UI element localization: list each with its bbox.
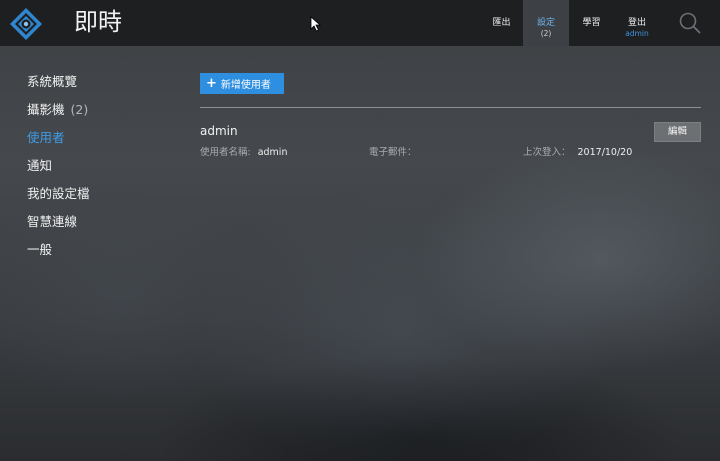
- add-user-button[interactable]: + 新增使用者: [200, 73, 284, 94]
- sidebar-item-overview[interactable]: 系統概覽: [27, 68, 90, 96]
- nav-settings-count: (2): [540, 29, 552, 38]
- username-field: 使用者名稱: admin: [200, 144, 287, 158]
- username-value: admin: [257, 147, 288, 158]
- nav-settings[interactable]: 設定 (2): [523, 0, 569, 46]
- sidebar-item-label: 一般: [27, 242, 53, 257]
- sidebar-item-label: 我的設定檔: [27, 186, 90, 201]
- email-field: 電子郵件：: [369, 144, 424, 158]
- plus-icon: +: [206, 76, 217, 91]
- nav-export-label: 匯出: [492, 18, 511, 28]
- sidebar-item-my-profile[interactable]: 我的設定檔: [27, 180, 90, 208]
- nav-logout-label: 登出: [627, 18, 646, 28]
- sidebar-item-label: 通知: [27, 158, 53, 173]
- edit-button[interactable]: 編輯: [654, 122, 701, 142]
- sidebar-item-users[interactable]: 使用者: [27, 124, 90, 152]
- search-icon[interactable]: [679, 12, 701, 34]
- sidebar-item-cameras[interactable]: 攝影機 (2): [27, 96, 90, 124]
- add-user-label: 新增使用者: [220, 80, 271, 91]
- last-login-field: 上次登入： 2017/10/20: [523, 144, 632, 158]
- sidebar-item-label: 智慧連線: [27, 214, 78, 229]
- sidebar-item-count: (2): [70, 102, 89, 117]
- sidebar-item-label: 系統概覽: [27, 74, 78, 89]
- app-logo-icon[interactable]: [9, 7, 43, 41]
- mouse-cursor-icon: [310, 16, 322, 32]
- nav-settings-label: 設定: [536, 18, 555, 28]
- nav-export[interactable]: 匯出: [480, 0, 523, 46]
- sidebar: 系統概覽 攝影機 (2) 使用者 通知 我的設定檔 智慧連線 一般: [27, 68, 90, 264]
- divider: [200, 107, 701, 108]
- user-display-name: admin: [200, 124, 238, 138]
- app-title: 即時: [74, 8, 122, 36]
- username-label: 使用者名稱:: [200, 147, 251, 158]
- email-label: 電子郵件：: [369, 147, 417, 158]
- sidebar-item-label: 使用者: [27, 130, 65, 145]
- last-login-label: 上次登入：: [523, 147, 571, 158]
- sidebar-item-notifications[interactable]: 通知: [27, 152, 90, 180]
- top-bar: 即時 匯出 設定 (2) 學習 登出 admin: [0, 0, 720, 46]
- nav-logout[interactable]: 登出 admin: [614, 0, 660, 46]
- nav-learn[interactable]: 學習: [569, 0, 614, 46]
- nav-learn-label: 學習: [582, 18, 601, 28]
- sidebar-item-label: 攝影機: [27, 102, 65, 117]
- nav-logout-user: admin: [625, 29, 649, 38]
- sidebar-item-smart-connect[interactable]: 智慧連線: [27, 208, 90, 236]
- sidebar-item-general[interactable]: 一般: [27, 236, 90, 264]
- last-login-value: 2017/10/20: [577, 147, 633, 158]
